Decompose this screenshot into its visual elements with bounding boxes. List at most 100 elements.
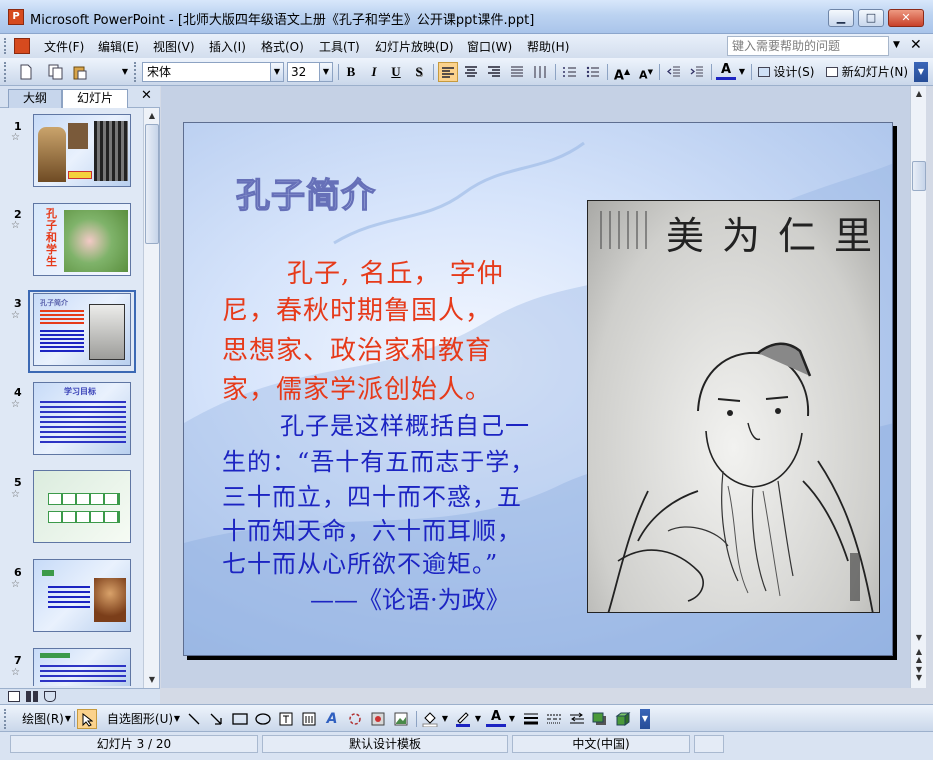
distributed-align-button[interactable] (530, 62, 550, 82)
toolbar-overflow-chevron-icon[interactable]: ▼ (914, 62, 928, 82)
increase-font-size-icon[interactable]: A▲ (612, 62, 632, 83)
scrollbar-thumb[interactable] (912, 161, 926, 191)
wordart-icon[interactable]: A (322, 709, 342, 729)
clipart-icon[interactable] (368, 709, 388, 729)
thumbnail-scrollbar[interactable]: ▲ ▼ (143, 108, 159, 688)
chevron-down-icon[interactable]: ▼ (893, 40, 900, 50)
new-document-icon[interactable] (16, 62, 36, 82)
vertical-textbox-tool-icon[interactable] (299, 709, 319, 729)
align-right-button[interactable] (484, 62, 504, 82)
slide-title[interactable]: 孔子简介 (235, 168, 376, 217)
slide-canvas[interactable]: 孔子简介 孔子, 名丘， 字仲 尼，春秋时期鲁国人， 思想家、政治家和教育 家，… (183, 122, 893, 656)
editor-scrollbar[interactable]: ▲ ▼ ▲ ▲ ▼ ▼ (910, 86, 926, 688)
copy-icon[interactable] (46, 62, 66, 82)
oval-tool-icon[interactable] (253, 709, 273, 729)
slide-thumbnail-2[interactable]: 孔子和学生 (33, 203, 131, 276)
drawbar-overflow-chevron-icon[interactable]: ▼ (640, 709, 650, 729)
normal-view-icon[interactable] (8, 691, 20, 702)
diagram-tool-icon[interactable] (345, 709, 365, 729)
slide-thumbnail-5[interactable] (33, 470, 131, 543)
3d-style-icon[interactable] (613, 709, 633, 729)
decrease-font-size-icon[interactable]: A▼ (636, 62, 656, 82)
intro-text-line[interactable]: 尼，春秋时期鲁国人， (222, 290, 492, 327)
quote-text-line[interactable]: 七十而从心所欲不逾矩。” (222, 544, 498, 579)
chevron-down-icon[interactable]: ▼ (319, 63, 332, 81)
toolbar-grip[interactable] (4, 709, 10, 729)
font-size-select[interactable]: 32 ▼ (287, 62, 333, 82)
font-name-select[interactable]: 宋体 ▼ (142, 62, 284, 82)
menu-slideshow[interactable]: 幻灯片放映(D) (375, 38, 454, 55)
justify-button[interactable] (507, 62, 527, 82)
quote-source[interactable]: ——《论语·为政》 (310, 580, 510, 615)
previous-slide-icon[interactable]: ▲ ▲ (911, 648, 927, 664)
slide-thumbnail-1[interactable] (33, 114, 131, 187)
menu-file[interactable]: 文件(F) (44, 38, 84, 55)
slide-thumbnail-3[interactable]: 孔子简介 (33, 293, 131, 366)
tab-slides[interactable]: 幻灯片 (62, 89, 128, 108)
slide-thumbnail-6[interactable] (33, 559, 131, 632)
intro-text-line[interactable]: 思想家、政治家和教育 (222, 330, 492, 367)
select-pointer-icon[interactable] (77, 709, 97, 729)
document-icon[interactable] (14, 38, 30, 54)
line-style-icon[interactable] (521, 709, 541, 729)
chevron-down-icon[interactable]: ▼ (270, 63, 283, 81)
maximize-button[interactable]: □ (858, 9, 884, 27)
underline-button[interactable]: U (386, 62, 406, 82)
quote-text-line[interactable]: 生的：“吾十有五而志于学， (222, 442, 535, 477)
slide-sorter-view-icon[interactable] (26, 691, 38, 702)
close-document-button[interactable]: ✕ (910, 37, 922, 53)
quote-text-line[interactable]: 孔子是这样概括自己一 (280, 406, 530, 441)
toolbar-options-chevron-icon[interactable]: ▼ (120, 62, 130, 82)
menu-edit[interactable]: 编辑(E) (98, 38, 139, 55)
menu-format[interactable]: 格式(O) (261, 38, 304, 55)
bold-button[interactable]: B (341, 62, 361, 82)
shadow-style-icon[interactable] (590, 709, 610, 729)
arrow-tool-icon[interactable] (206, 709, 226, 729)
slide-thumbnail-4[interactable]: 学习目标 (33, 382, 131, 455)
toolbar-grip[interactable] (134, 62, 140, 82)
font-color-button[interactable]: A (716, 62, 736, 80)
font-color-chevron-down-icon[interactable]: ▼ (508, 709, 516, 729)
intro-text-line[interactable]: 孔子, 名丘， 字仲 (287, 253, 504, 290)
menu-view[interactable]: 视图(V) (153, 38, 195, 55)
scrollbar-thumb[interactable] (145, 124, 159, 244)
slide-thumbnail-7[interactable] (33, 648, 131, 686)
drawing-font-color-icon[interactable]: A (486, 709, 506, 727)
help-search-input[interactable]: 键入需要帮助的问题 (727, 36, 889, 56)
italic-button[interactable]: I (364, 62, 384, 82)
arrow-style-icon[interactable] (567, 709, 587, 729)
new-slide-button[interactable]: 新幻灯片(N) (822, 62, 912, 82)
next-slide-icon[interactable]: ▼ ▼ (911, 666, 927, 682)
paste-icon[interactable] (70, 62, 90, 82)
insert-picture-icon[interactable] (391, 709, 411, 729)
autoshapes-chevron-down-icon[interactable]: ▼ (173, 709, 181, 729)
menu-insert[interactable]: 插入(I) (209, 38, 246, 55)
scroll-down-icon[interactable]: ▼ (144, 672, 160, 688)
line-color-chevron-down-icon[interactable]: ▼ (474, 709, 482, 729)
quote-text-line[interactable]: 十而知天命，六十而耳顺， (222, 511, 522, 546)
slideshow-view-icon[interactable] (44, 691, 56, 702)
shadow-button[interactable]: S (409, 62, 429, 82)
toolbar-grip[interactable] (4, 62, 10, 82)
intro-text-line[interactable]: 家，儒家学派创始人。 (222, 369, 492, 406)
menu-help[interactable]: 帮助(H) (527, 38, 569, 55)
confucius-portrait[interactable]: 里仁为美 (587, 200, 880, 613)
align-center-button[interactable] (461, 62, 481, 82)
line-tool-icon[interactable] (184, 709, 204, 729)
textbox-tool-icon[interactable] (276, 709, 296, 729)
rectangle-tool-icon[interactable] (230, 709, 250, 729)
menu-grip[interactable] (4, 38, 8, 54)
decrease-indent-icon[interactable] (664, 62, 684, 82)
scroll-up-icon[interactable]: ▲ (911, 86, 927, 102)
design-button[interactable]: 设计(S) (756, 62, 816, 82)
dash-style-icon[interactable] (544, 709, 564, 729)
minimize-button[interactable]: ▁ (828, 9, 854, 27)
font-color-chevron-down-icon[interactable]: ▼ (738, 62, 746, 82)
draw-menu-chevron-down-icon[interactable]: ▼ (64, 709, 72, 729)
tab-outline[interactable]: 大纲 (8, 89, 62, 108)
fill-color-chevron-down-icon[interactable]: ▼ (441, 709, 449, 729)
scroll-down-icon[interactable]: ▼ (911, 630, 927, 646)
scroll-up-icon[interactable]: ▲ (144, 108, 160, 124)
menu-window[interactable]: 窗口(W) (467, 38, 512, 55)
autoshapes-menu-button[interactable]: 自选图形(U) (104, 709, 176, 729)
